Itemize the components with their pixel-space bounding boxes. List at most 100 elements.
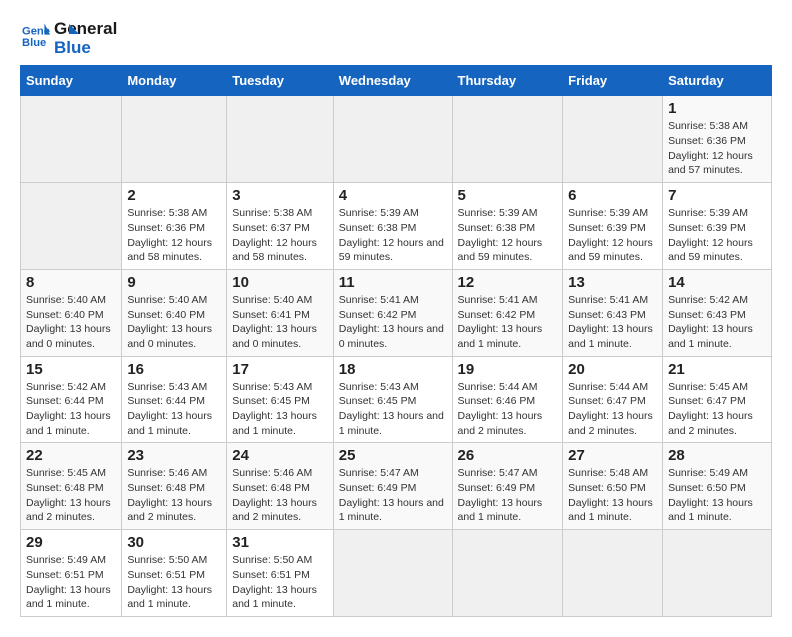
table-row: 21 Sunrise: 5:45 AM Sunset: 6:47 PM Dayli… <box>663 356 772 443</box>
table-row: 6 Sunrise: 5:39 AM Sunset: 6:39 PM Daylig… <box>563 183 663 270</box>
header-saturday: Saturday <box>663 66 772 96</box>
table-row <box>333 530 452 617</box>
empty-cell <box>333 96 452 183</box>
calendar-week-1: 1Sunrise: 5:38 AM Sunset: 6:36 PM Daylig… <box>21 96 772 183</box>
day-info: Sunrise: 5:42 AM Sunset: 6:44 PM Dayligh… <box>26 381 111 437</box>
header-wednesday: Wednesday <box>333 66 452 96</box>
table-row: 13 Sunrise: 5:41 AM Sunset: 6:43 PM Dayli… <box>563 269 663 356</box>
empty-cell <box>21 183 122 270</box>
header-friday: Friday <box>563 66 663 96</box>
day-number: 6 <box>568 187 657 204</box>
table-row: 8Sunrise: 5:40 AM Sunset: 6:40 PM Daylig… <box>21 269 122 356</box>
svg-text:Blue: Blue <box>22 37 46 49</box>
table-row: 27 Sunrise: 5:48 AM Sunset: 6:50 PM Dayli… <box>563 443 663 530</box>
table-row: 18 Sunrise: 5:43 AM Sunset: 6:45 PM Dayli… <box>333 356 452 443</box>
day-number: 16 <box>127 361 221 378</box>
day-info: Sunrise: 5:41 AM Sunset: 6:42 PM Dayligh… <box>339 294 444 350</box>
table-row: 3 Sunrise: 5:38 AM Sunset: 6:37 PM Daylig… <box>227 183 334 270</box>
day-number: 29 <box>26 534 116 551</box>
header-tuesday: Tuesday <box>227 66 334 96</box>
day-number: 24 <box>232 447 328 464</box>
day-info: Sunrise: 5:44 AM Sunset: 6:46 PM Dayligh… <box>458 381 543 437</box>
table-row: 19 Sunrise: 5:44 AM Sunset: 6:46 PM Dayli… <box>452 356 563 443</box>
day-number: 3 <box>232 187 328 204</box>
calendar-week-2: 2Sunrise: 5:38 AM Sunset: 6:36 PM Daylig… <box>21 183 772 270</box>
day-number: 10 <box>232 274 328 291</box>
day-number: 23 <box>127 447 221 464</box>
day-number: 18 <box>339 361 447 378</box>
day-info: Sunrise: 5:46 AM Sunset: 6:48 PM Dayligh… <box>232 467 317 523</box>
day-number: 30 <box>127 534 221 551</box>
table-row: 25 Sunrise: 5:47 AM Sunset: 6:49 PM Dayli… <box>333 443 452 530</box>
table-row: 5 Sunrise: 5:39 AM Sunset: 6:38 PM Daylig… <box>452 183 563 270</box>
header-monday: Monday <box>122 66 227 96</box>
header-sunday: Sunday <box>21 66 122 96</box>
day-info: Sunrise: 5:38 AM Sunset: 6:36 PM Dayligh… <box>668 120 753 176</box>
day-info: Sunrise: 5:43 AM Sunset: 6:45 PM Dayligh… <box>232 381 317 437</box>
calendar-week-6: 29Sunrise: 5:49 AM Sunset: 6:51 PM Dayli… <box>21 530 772 617</box>
table-row: 23 Sunrise: 5:46 AM Sunset: 6:48 PM Dayli… <box>122 443 227 530</box>
day-number: 17 <box>232 361 328 378</box>
day-info: Sunrise: 5:44 AM Sunset: 6:47 PM Dayligh… <box>568 381 653 437</box>
empty-cell <box>452 96 563 183</box>
day-number: 31 <box>232 534 328 551</box>
table-row: 10 Sunrise: 5:40 AM Sunset: 6:41 PM Dayli… <box>227 269 334 356</box>
day-info: Sunrise: 5:50 AM Sunset: 6:51 PM Dayligh… <box>127 554 212 610</box>
table-row: 26Sunrise: 5:47 AM Sunset: 6:49 PM Dayli… <box>452 443 563 530</box>
day-number: 22 <box>26 447 116 464</box>
day-number: 12 <box>458 274 558 291</box>
empty-cell <box>21 96 122 183</box>
day-number: 26 <box>458 447 558 464</box>
empty-cell <box>122 96 227 183</box>
table-row: 7 Sunrise: 5:39 AM Sunset: 6:39 PM Daylig… <box>663 183 772 270</box>
table-row: 22 Sunrise: 5:45 AM Sunset: 6:48 PM Dayli… <box>21 443 122 530</box>
page-header: General Blue General Blue <box>20 20 772 57</box>
calendar-week-3: 8Sunrise: 5:40 AM Sunset: 6:40 PM Daylig… <box>21 269 772 356</box>
day-info: Sunrise: 5:48 AM Sunset: 6:50 PM Dayligh… <box>568 467 653 523</box>
table-row <box>452 530 563 617</box>
day-info: Sunrise: 5:40 AM Sunset: 6:40 PM Dayligh… <box>127 294 212 350</box>
day-info: Sunrise: 5:41 AM Sunset: 6:43 PM Dayligh… <box>568 294 653 350</box>
day-number: 7 <box>668 187 766 204</box>
day-info: Sunrise: 5:39 AM Sunset: 6:39 PM Dayligh… <box>668 207 753 263</box>
table-row: 31 Sunrise: 5:50 AM Sunset: 6:51 PM Dayli… <box>227 530 334 617</box>
empty-cell <box>227 96 334 183</box>
day-number: 9 <box>127 274 221 291</box>
day-info: Sunrise: 5:38 AM Sunset: 6:36 PM Dayligh… <box>127 207 212 263</box>
table-row: 30 Sunrise: 5:50 AM Sunset: 6:51 PM Dayli… <box>122 530 227 617</box>
day-info: Sunrise: 5:41 AM Sunset: 6:42 PM Dayligh… <box>458 294 543 350</box>
day-number: 25 <box>339 447 447 464</box>
day-number: 13 <box>568 274 657 291</box>
day-number: 28 <box>668 447 766 464</box>
day-info: Sunrise: 5:47 AM Sunset: 6:49 PM Dayligh… <box>339 467 444 523</box>
header-thursday: Thursday <box>452 66 563 96</box>
day-number: 19 <box>458 361 558 378</box>
day-info: Sunrise: 5:40 AM Sunset: 6:41 PM Dayligh… <box>232 294 317 350</box>
day-info: Sunrise: 5:39 AM Sunset: 6:39 PM Dayligh… <box>568 207 653 263</box>
logo-arrow-icon <box>57 23 79 45</box>
day-number: 5 <box>458 187 558 204</box>
day-number: 27 <box>568 447 657 464</box>
day-info: Sunrise: 5:38 AM Sunset: 6:37 PM Dayligh… <box>232 207 317 263</box>
day-info: Sunrise: 5:45 AM Sunset: 6:48 PM Dayligh… <box>26 467 111 523</box>
table-row <box>663 530 772 617</box>
table-row: 11Sunrise: 5:41 AM Sunset: 6:42 PM Dayli… <box>333 269 452 356</box>
day-info: Sunrise: 5:39 AM Sunset: 6:38 PM Dayligh… <box>458 207 543 263</box>
day-info: Sunrise: 5:46 AM Sunset: 6:48 PM Dayligh… <box>127 467 212 523</box>
day-info: Sunrise: 5:49 AM Sunset: 6:50 PM Dayligh… <box>668 467 753 523</box>
logo-icon: General Blue <box>22 22 50 50</box>
table-row: 16 Sunrise: 5:43 AM Sunset: 6:44 PM Dayli… <box>122 356 227 443</box>
table-row: 24 Sunrise: 5:46 AM Sunset: 6:48 PM Dayli… <box>227 443 334 530</box>
day-number: 21 <box>668 361 766 378</box>
day-info: Sunrise: 5:43 AM Sunset: 6:44 PM Dayligh… <box>127 381 212 437</box>
day-number: 15 <box>26 361 116 378</box>
table-row: 20Sunrise: 5:44 AM Sunset: 6:47 PM Dayli… <box>563 356 663 443</box>
table-row: 4Sunrise: 5:39 AM Sunset: 6:38 PM Daylig… <box>333 183 452 270</box>
calendar-week-4: 15 Sunrise: 5:42 AM Sunset: 6:44 PM Dayli… <box>21 356 772 443</box>
empty-cell <box>563 96 663 183</box>
day-info: Sunrise: 5:43 AM Sunset: 6:45 PM Dayligh… <box>339 381 444 437</box>
day-info: Sunrise: 5:50 AM Sunset: 6:51 PM Dayligh… <box>232 554 317 610</box>
table-row: 14Sunrise: 5:42 AM Sunset: 6:43 PM Dayli… <box>663 269 772 356</box>
day-info: Sunrise: 5:45 AM Sunset: 6:47 PM Dayligh… <box>668 381 753 437</box>
day-info: Sunrise: 5:39 AM Sunset: 6:38 PM Dayligh… <box>339 207 444 263</box>
